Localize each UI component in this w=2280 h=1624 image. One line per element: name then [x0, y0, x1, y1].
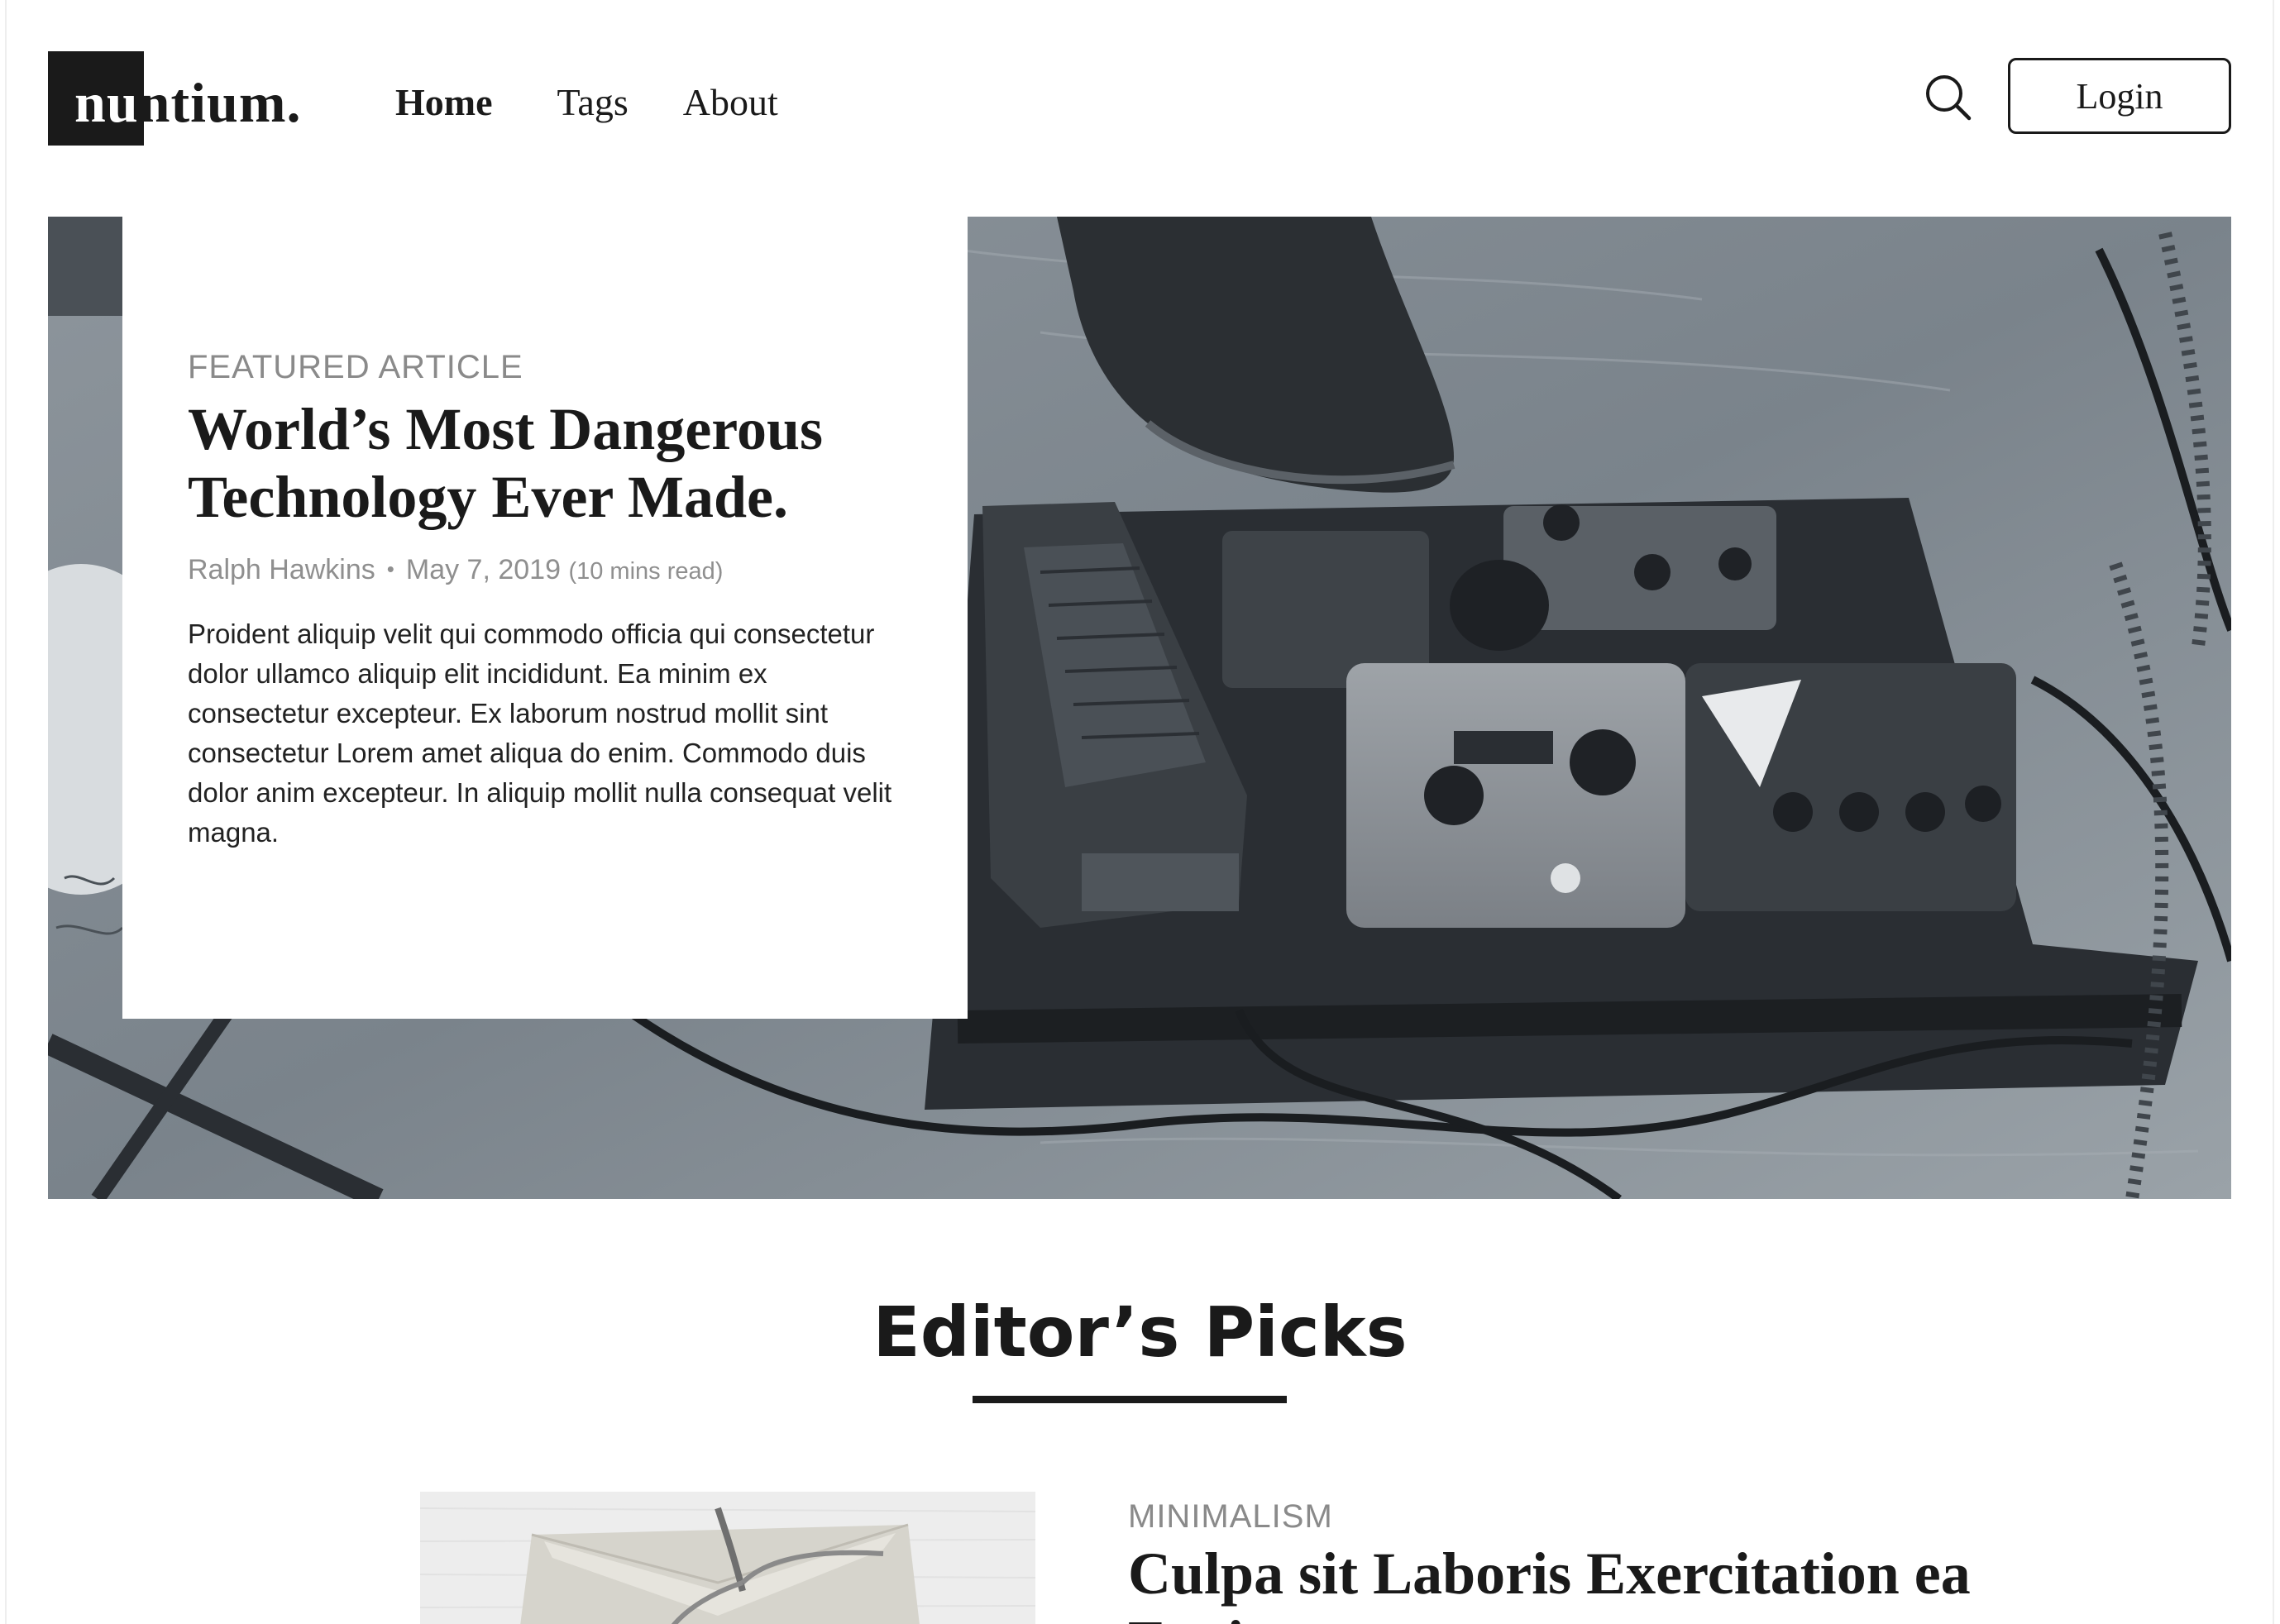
envelope-photo	[420, 1492, 1035, 1624]
nav-home[interactable]: Home	[395, 79, 493, 126]
featured-title[interactable]: World’s Most Dangerous Technology Ever M…	[188, 395, 901, 531]
search-icon[interactable]	[1924, 73, 1973, 122]
logo-text: nuntium.	[74, 71, 302, 134]
heading-underline	[973, 1396, 1287, 1403]
pick-thumbnail[interactable]	[420, 1492, 1035, 1624]
login-button[interactable]: Login	[2008, 58, 2231, 134]
pick-title[interactable]: Culpa sit Laboris Exercitation ea Fugiat	[1128, 1540, 2120, 1624]
editors-picks-heading: Editor’s Picks	[872, 1292, 1408, 1373]
nav-tags[interactable]: Tags	[557, 79, 629, 126]
featured-label: FEATURED ARTICLE	[188, 349, 523, 385]
logo[interactable]: nuntium.	[48, 51, 329, 146]
featured-title-line2: Technology Ever Made.	[188, 464, 789, 530]
main-nav: Home Tags About	[395, 79, 778, 126]
nav-about[interactable]: About	[683, 79, 778, 126]
meta-separator: •	[386, 556, 394, 581]
pick-category[interactable]: MINIMALISM	[1128, 1495, 1333, 1538]
publish-date: May 7, 2019	[405, 554, 561, 585]
featured-article-card[interactable]: FEATURED ARTICLE World’s Most Dangerous …	[122, 217, 968, 1019]
featured-meta: Ralph Hawkins • May 7, 2019 (10 mins read)	[188, 551, 901, 590]
featured-title-line1: World’s Most Dangerous	[188, 396, 824, 462]
read-time: (10 mins read)	[568, 558, 724, 585]
featured-excerpt: Proident aliquip velit qui commodo offic…	[188, 619, 892, 848]
author-name[interactable]: Ralph Hawkins	[188, 554, 375, 585]
